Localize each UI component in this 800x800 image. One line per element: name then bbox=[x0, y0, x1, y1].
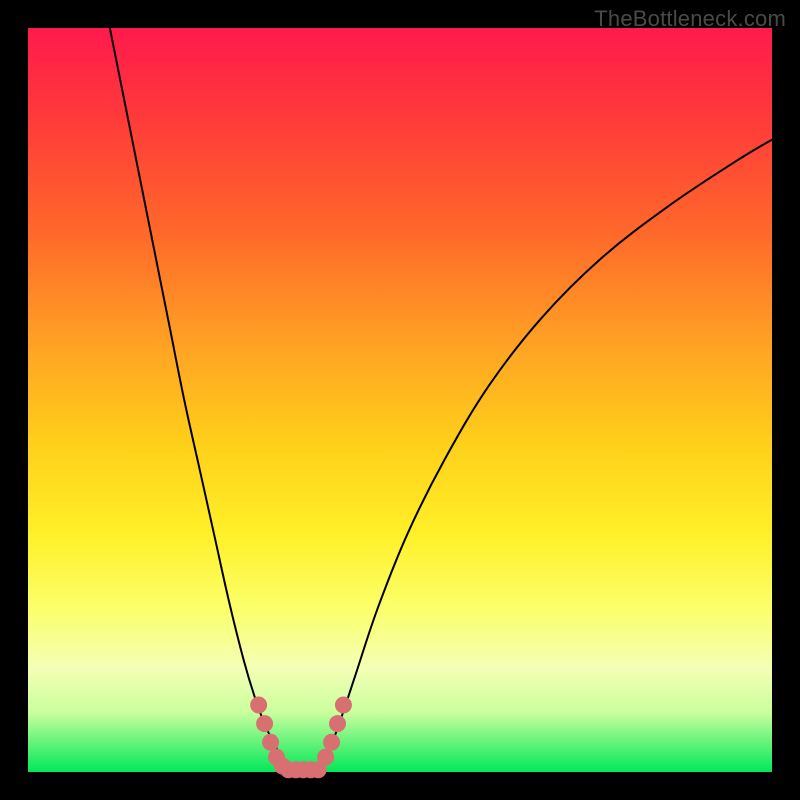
curve-left-branch bbox=[110, 28, 289, 772]
marker-dot bbox=[329, 715, 346, 732]
marker-dot bbox=[256, 715, 273, 732]
marker-dot bbox=[323, 734, 340, 751]
chart-frame: TheBottleneck.com bbox=[0, 0, 800, 800]
marker-dot bbox=[250, 697, 267, 714]
chart-svg bbox=[28, 28, 772, 772]
marker-dot bbox=[335, 697, 352, 714]
marker-group bbox=[250, 697, 352, 779]
marker-dot bbox=[262, 734, 279, 751]
curve-right-branch bbox=[318, 140, 772, 772]
plot-area bbox=[28, 28, 772, 772]
marker-dot bbox=[317, 749, 334, 766]
